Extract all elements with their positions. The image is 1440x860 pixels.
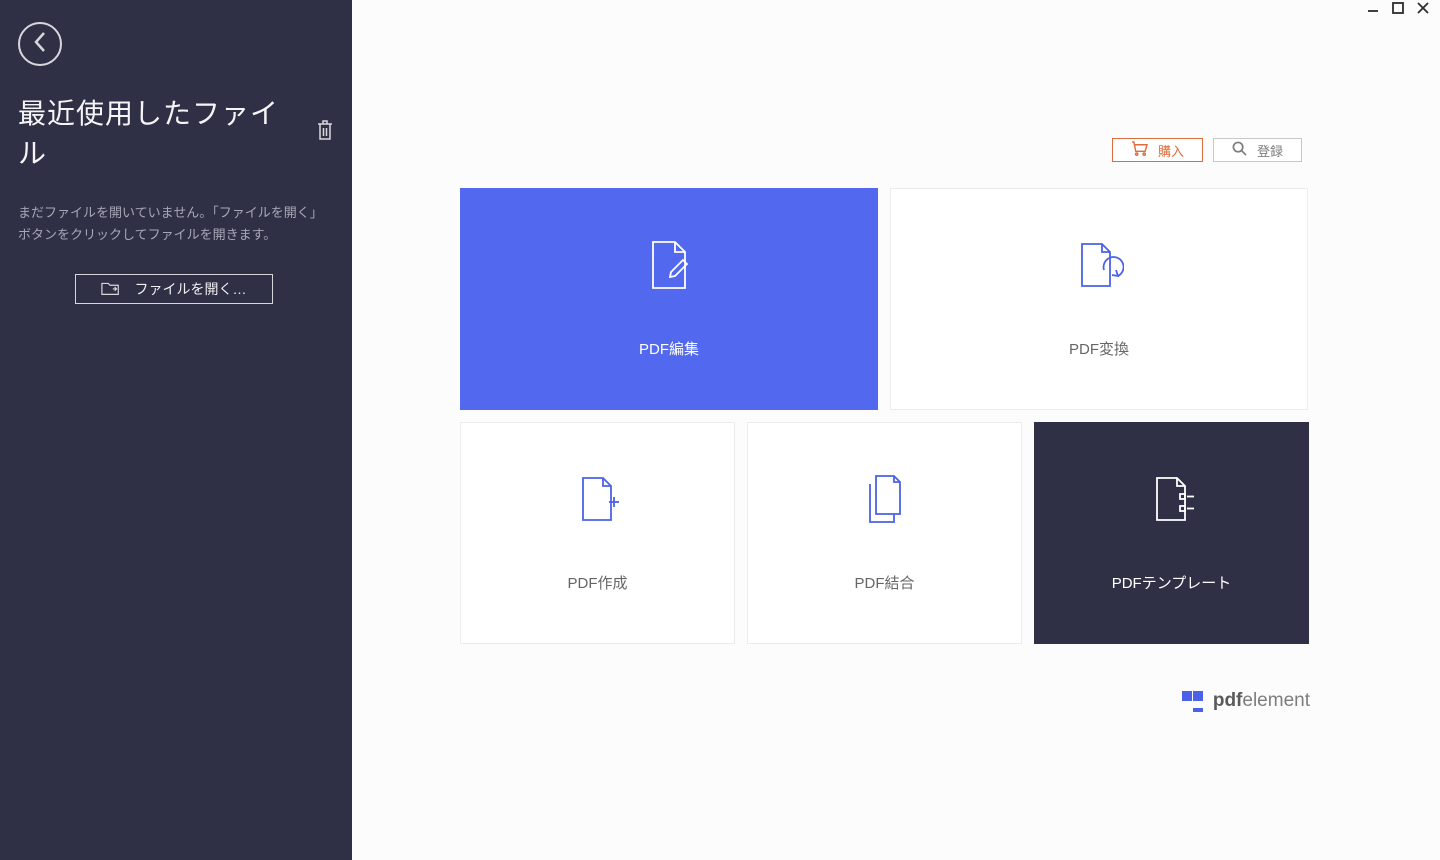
chevron-left-icon	[33, 31, 47, 58]
tile-pdf-edit[interactable]: PDF編集	[460, 188, 878, 410]
tile-pdf-create[interactable]: PDF作成	[460, 422, 735, 644]
close-icon	[1416, 1, 1430, 20]
clear-recent-button[interactable]	[316, 119, 334, 146]
tile-pdf-convert[interactable]: PDF変換	[890, 188, 1308, 410]
maximize-button[interactable]	[1387, 2, 1409, 18]
tile-pdf-edit-label: PDF編集	[639, 338, 699, 359]
tile-pdf-merge[interactable]: PDF結合	[747, 422, 1022, 644]
maximize-icon	[1391, 1, 1405, 20]
sidebar-title: 最近使用したファイル	[18, 92, 294, 172]
sidebar: 最近使用したファイル まだファイルを開いていません。「ファイルを開く」ボタンをク…	[0, 0, 352, 860]
window-controls	[1362, 2, 1434, 18]
brand-text-bold: pdf	[1213, 690, 1243, 711]
document-template-icon	[1147, 474, 1197, 524]
buy-label: 購入	[1158, 141, 1184, 160]
tile-pdf-convert-label: PDF変換	[1069, 338, 1129, 359]
tile-pdf-template-label: PDFテンプレート	[1112, 572, 1232, 593]
register-button[interactable]: 登録	[1213, 138, 1302, 162]
close-button[interactable]	[1412, 2, 1434, 18]
document-edit-icon	[647, 240, 691, 290]
tiles-grid: PDF編集 PDF変換 PD	[460, 188, 1310, 644]
search-icon	[1232, 141, 1247, 159]
minimize-button[interactable]	[1362, 2, 1384, 18]
buy-button[interactable]: 購入	[1112, 138, 1203, 162]
document-convert-icon	[1074, 240, 1124, 290]
register-label: 登録	[1257, 141, 1283, 160]
open-file-label: ファイルを開く…	[135, 279, 247, 299]
trash-icon	[316, 128, 334, 145]
tile-pdf-template[interactable]: PDFテンプレート	[1034, 422, 1309, 644]
open-folder-icon	[101, 280, 121, 299]
sidebar-title-row: 最近使用したファイル	[18, 92, 334, 172]
minimize-icon	[1366, 1, 1380, 20]
brand-mark-icon	[1182, 691, 1203, 712]
brand-logo: pdfelement	[1182, 690, 1310, 712]
cart-icon	[1131, 141, 1148, 159]
back-button[interactable]	[18, 22, 62, 66]
document-merge-icon	[860, 474, 910, 524]
document-create-icon	[573, 474, 623, 524]
main-content: 購入 登録 PDF編集	[352, 0, 1440, 860]
tile-pdf-create-label: PDF作成	[567, 572, 627, 593]
top-action-row: 購入 登録	[1112, 138, 1302, 162]
brand-text: pdfelement	[1213, 690, 1310, 712]
sidebar-hint: まだファイルを開いていません。「ファイルを開く」ボタンをクリックしてファイルを開…	[18, 202, 318, 246]
open-file-button[interactable]: ファイルを開く…	[75, 274, 273, 304]
brand-text-light: element	[1242, 690, 1310, 711]
tile-pdf-merge-label: PDF結合	[854, 572, 914, 593]
